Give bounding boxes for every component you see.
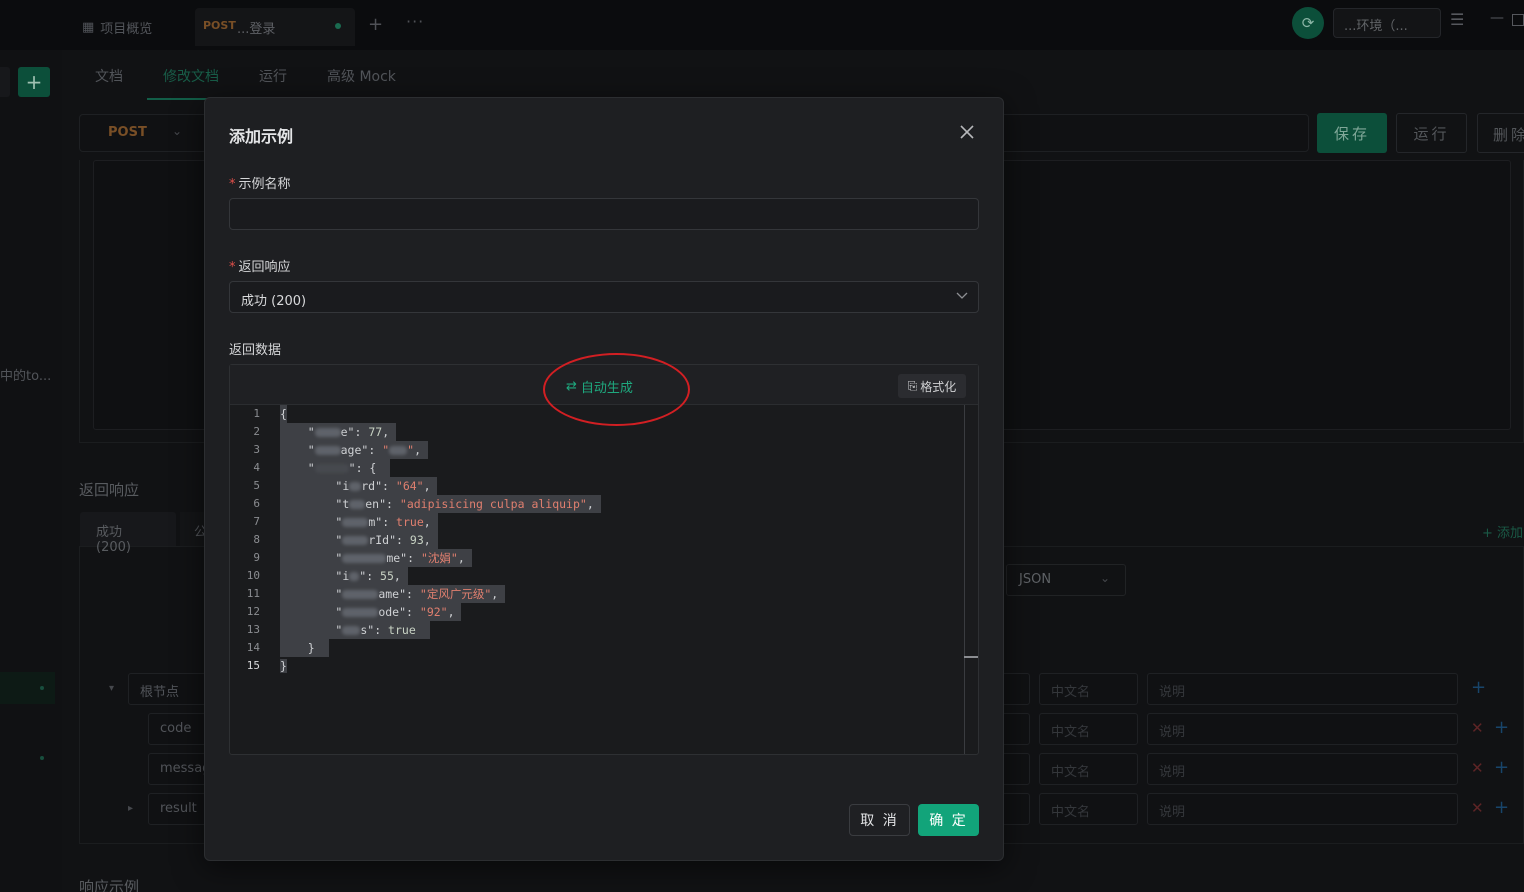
code-line: "t en": "adipisicing culpa aliquip", <box>280 495 601 513</box>
code-line: " ": { <box>280 459 391 477</box>
code-line: { <box>280 405 287 423</box>
line-number: 2 <box>253 425 260 438</box>
redacted-text <box>349 500 366 509</box>
code-line: "i rd": "64", <box>280 477 438 495</box>
code-line: " me": "沈娟", <box>280 549 472 567</box>
line-number: 4 <box>253 461 260 474</box>
chevron-down-icon <box>956 292 968 299</box>
code-line: " s": true <box>280 621 430 639</box>
line-number: 12 <box>246 605 260 618</box>
code-line: } <box>280 639 329 657</box>
redacted-text <box>342 626 361 635</box>
example-name-input[interactable] <box>229 198 979 230</box>
redacted-text <box>342 536 369 545</box>
return-response-label: * 返回响应 <box>229 260 291 275</box>
redacted-text <box>349 482 362 491</box>
required-mark: * <box>229 260 236 275</box>
code-line: " rId": 93, <box>280 531 438 549</box>
redacted-text <box>342 590 379 599</box>
line-number: 10 <box>246 569 260 582</box>
redacted-text <box>342 554 387 563</box>
code-content[interactable]: { " e": 77, " age": " ", " ": { "i rd": "64",… <box>280 405 964 754</box>
line-number: 9 <box>253 551 260 564</box>
line-number: 11 <box>246 587 260 600</box>
required-mark: * <box>229 177 236 192</box>
confirm-button[interactable]: 确 定 <box>918 804 979 836</box>
line-number: 5 <box>253 479 260 492</box>
code-line: " ode": "92", <box>280 603 462 621</box>
format-icon: ⎘ <box>907 378 918 393</box>
line-number: 8 <box>253 533 260 546</box>
line-number: 15 <box>246 659 260 672</box>
dialog-title: 添加示例 <box>229 127 294 146</box>
return-data-label: 返回数据 <box>229 343 282 358</box>
line-number: 6 <box>253 497 260 510</box>
code-line: " age": " ", <box>280 441 428 459</box>
line-number: 1 <box>253 407 260 420</box>
line-number-gutter: 1 2 3 4 5 6 7 8 9 10 11 12 13 14 15 <box>230 405 275 754</box>
code-line: "i ": 55, <box>280 567 408 585</box>
example-name-label: * 示例名称 <box>229 177 291 192</box>
line-number: 7 <box>253 515 260 528</box>
code-line: } <box>280 659 287 673</box>
return-response-select[interactable]: 成功 (200) <box>229 281 979 313</box>
line-number: 14 <box>246 641 260 654</box>
redacted-text <box>314 428 341 437</box>
close-icon[interactable] <box>957 122 977 142</box>
cursor-position-marker <box>964 656 978 658</box>
format-button[interactable]: ⎘ 格式化 <box>898 374 966 398</box>
redacted-text <box>342 518 369 527</box>
code-line: " e": 77, <box>280 423 397 441</box>
line-number: 3 <box>253 443 260 456</box>
line-number: 13 <box>246 623 260 636</box>
redacted-text <box>349 572 360 581</box>
redacted-text <box>314 446 341 455</box>
code-line: " ame": "定风广元级", <box>280 585 506 603</box>
redacted-text <box>314 464 349 473</box>
redacted-text <box>389 446 408 455</box>
cancel-button[interactable]: 取 消 <box>849 804 910 836</box>
redacted-text <box>342 608 379 617</box>
editor-scrollbar[interactable] <box>964 405 965 754</box>
code-line: " m": true, <box>280 513 438 531</box>
